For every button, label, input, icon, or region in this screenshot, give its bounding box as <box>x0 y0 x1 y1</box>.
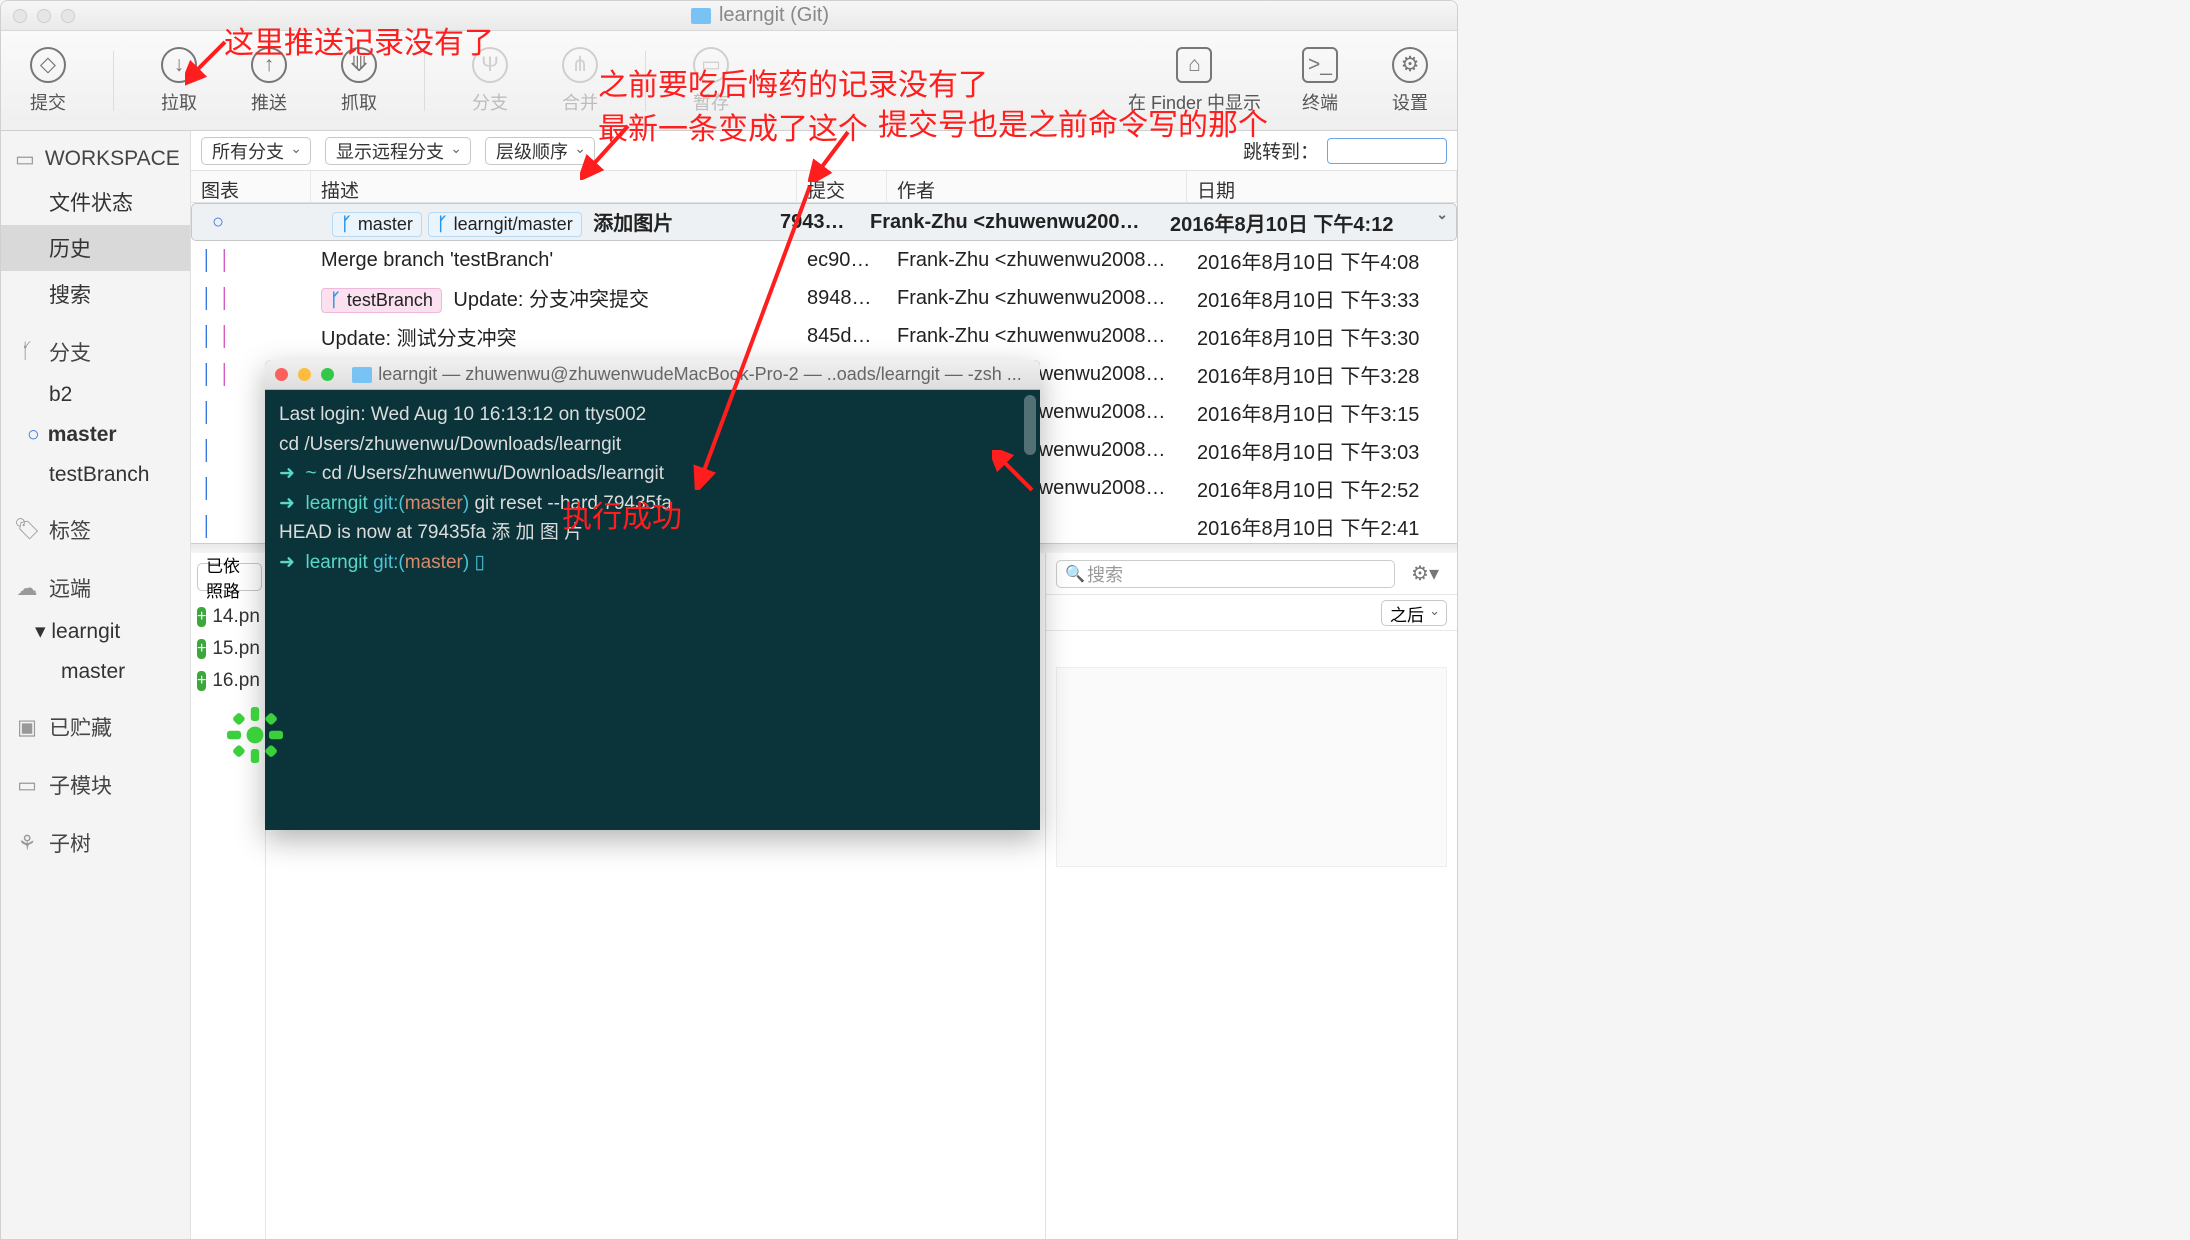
after-select[interactable]: 之后 <box>1381 600 1447 626</box>
annotation-1: 这里推送记录没有了 <box>224 18 494 62</box>
traffic-lights <box>13 9 75 23</box>
term-max[interactable] <box>321 368 334 381</box>
stashed-header[interactable]: ▣已贮藏 <box>1 704 190 750</box>
jump-input[interactable] <box>1327 138 1447 164</box>
sidebar-search[interactable]: 搜索 <box>1 271 190 317</box>
annotation-5: 执行成功 <box>562 492 682 536</box>
file-16[interactable]: +16.pn <box>197 665 259 697</box>
folder-icon <box>352 367 372 383</box>
window-title-text: learngit (Git) <box>719 4 829 27</box>
sidebar-master[interactable]: ○master <box>1 415 190 455</box>
term-close[interactable] <box>275 368 288 381</box>
hierarchy-select[interactable]: 层级顺序 <box>485 137 595 165</box>
terminal-body[interactable]: Last login: Wed Aug 10 16:13:12 on ttys0… <box>265 390 1040 587</box>
annotation-2: 之前要吃后悔药的记录没有了 <box>598 60 988 104</box>
workspace-header: ▭WORKSPACE <box>1 139 190 179</box>
path-mode-select[interactable]: 已依照路 <box>197 563 262 591</box>
max-dot[interactable] <box>61 9 75 23</box>
arrow-term <box>992 450 1042 500</box>
sidebar-b2[interactable]: b2 <box>1 375 190 415</box>
all-branches-select[interactable]: 所有分支 <box>201 137 311 165</box>
folder-icon <box>691 8 711 24</box>
term-min[interactable] <box>298 368 311 381</box>
sidebar-history[interactable]: 历史 <box>1 225 190 271</box>
search-input[interactable]: 搜索 <box>1056 560 1395 588</box>
sidebar: ▭WORKSPACE 文件状态 历史 搜索 ᚶ分支 b2 ○master tes… <box>1 131 191 1239</box>
subtrees-header[interactable]: ⚘子树 <box>1 820 190 866</box>
close-dot[interactable] <box>13 9 27 23</box>
user-avatar <box>220 700 290 770</box>
remotes-header[interactable]: ☁远端 <box>1 565 190 611</box>
arrow-long <box>690 180 840 490</box>
min-dot[interactable] <box>37 9 51 23</box>
col-graph[interactable]: 图表 <box>191 171 311 202</box>
remote-master[interactable]: master <box>1 652 190 692</box>
col-author[interactable]: 作者 <box>887 171 1187 202</box>
terminal-titlebar: learngit — zhuwenwu@zhuwenwudeMacBook-Pr… <box>265 360 1040 390</box>
settings-button[interactable]: ⚙设置 <box>1379 47 1441 115</box>
right-detail-pane: 搜索 ⚙▾ 之后 <box>1045 553 1457 1239</box>
branches-header[interactable]: ᚶ分支 <box>1 329 190 375</box>
annotation-3: 最新一条变成了这个 <box>598 104 868 148</box>
gear-icon[interactable]: ⚙▾ <box>1403 561 1447 586</box>
sidebar-file-status[interactable]: 文件状态 <box>1 179 190 225</box>
annotation-4: 提交号也是之前命令写的那个 <box>878 100 1268 144</box>
file-15[interactable]: +15.pn <box>197 633 259 665</box>
file-list: 已依照路 +14.pn +15.pn +16.pn <box>191 553 266 1239</box>
diff-preview <box>1056 667 1447 867</box>
commit-button[interactable]: ◇提交 <box>17 47 79 115</box>
submodules-header[interactable]: ▭子模块 <box>1 762 190 808</box>
jump-to: 跳转到： <box>1243 137 1447 164</box>
remote-learngit[interactable]: ▾ learngit <box>1 611 190 652</box>
tags-header[interactable]: 🏷标签 <box>1 507 190 553</box>
sidebar-testbranch[interactable]: testBranch <box>1 455 190 495</box>
file-14[interactable]: +14.pn <box>197 601 259 633</box>
col-date[interactable]: 日期 <box>1187 171 1457 202</box>
window-titlebar: learngit (Git) <box>1 1 1457 31</box>
show-remote-select[interactable]: 显示远程分支 <box>325 137 471 165</box>
terminal-scrollbar[interactable] <box>1024 395 1036 455</box>
terminal-window: learngit — zhuwenwu@zhuwenwudeMacBook-Pr… <box>265 360 1040 830</box>
terminal-button[interactable]: >_终端 <box>1289 47 1351 115</box>
